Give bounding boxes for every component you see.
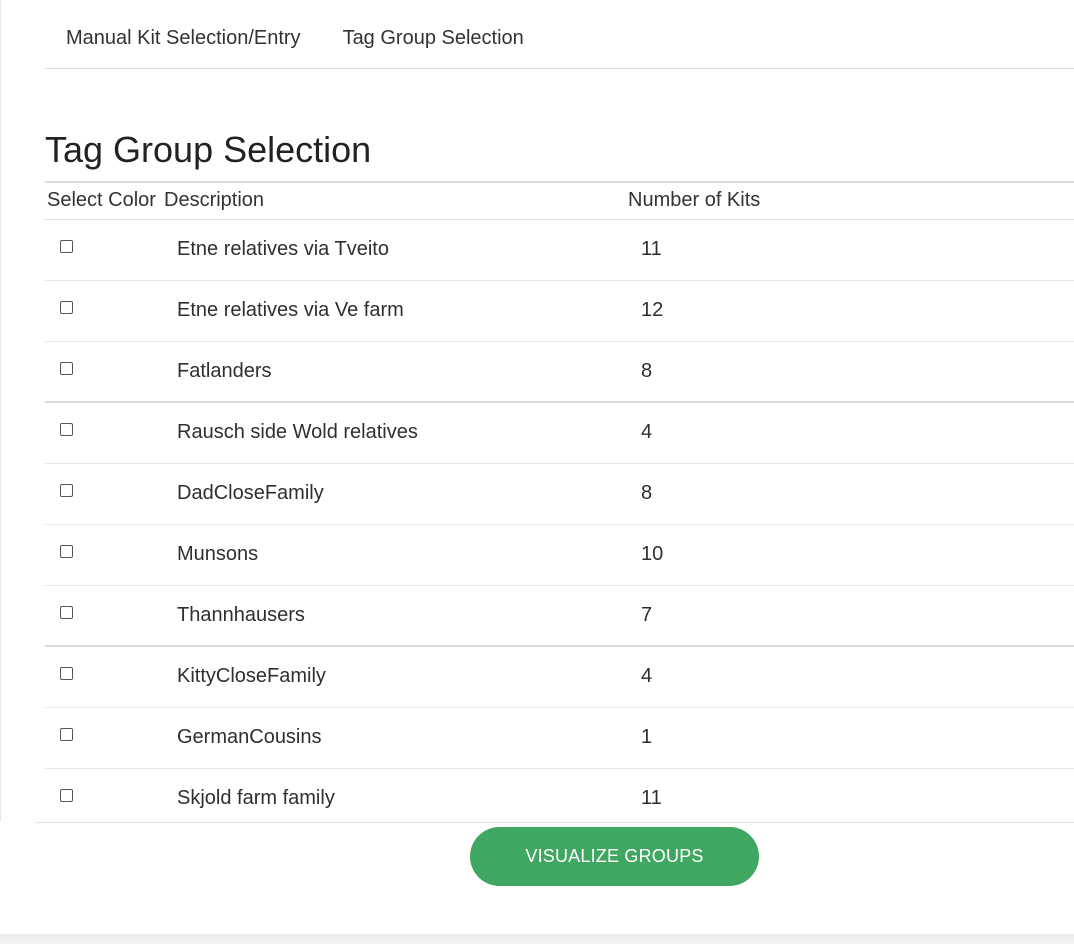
row-checkbox[interactable] (60, 789, 73, 802)
row-kit-count: 11 (641, 787, 662, 809)
table-row: Skjold farm family 11 (45, 769, 1074, 829)
row-description: GermanCousins (177, 726, 322, 748)
page: Manual Kit Selection/Entry Tag Group Sel… (0, 0, 1074, 944)
row-description: Thannhausers (177, 604, 305, 626)
table-row: GermanCousins 1 (45, 708, 1074, 769)
row-checkbox[interactable] (60, 545, 73, 558)
row-checkbox[interactable] (60, 484, 73, 497)
tab-bar: Manual Kit Selection/Entry Tag Group Sel… (45, 0, 1074, 69)
row-checkbox[interactable] (60, 728, 73, 741)
row-kit-count: 7 (641, 604, 653, 626)
row-kit-count: 1 (641, 726, 653, 748)
row-checkbox[interactable] (60, 362, 73, 375)
table-bottom-divider (35, 822, 1074, 823)
table-row: DadCloseFamily 8 (45, 464, 1074, 525)
header-description: Description (164, 189, 265, 211)
table-row: Fatlanders 8 (45, 342, 1074, 403)
row-kit-count: 8 (641, 482, 653, 504)
table-row: KittyCloseFamily 4 (45, 647, 1074, 708)
tab-manual-kit-selection[interactable]: Manual Kit Selection/Entry (45, 28, 322, 58)
row-checkbox[interactable] (60, 606, 73, 619)
visualize-groups-button[interactable]: VISUALIZE GROUPS (470, 827, 759, 886)
row-checkbox[interactable] (60, 423, 73, 436)
row-kit-count: 4 (641, 665, 653, 687)
row-description: Munsons (177, 543, 259, 565)
table-row: Thannhausers 7 (45, 586, 1074, 647)
table-row: Etne relatives via Ve farm 12 (45, 281, 1074, 342)
row-description: Skjold farm family (177, 787, 335, 809)
row-checkbox[interactable] (60, 667, 73, 680)
row-kit-count: 12 (641, 299, 664, 321)
row-checkbox[interactable] (60, 240, 73, 253)
page-title: Tag Group Selection (45, 129, 372, 170)
table-row: Rausch side Wold relatives 4 (45, 403, 1074, 464)
tab-tag-group-selection[interactable]: Tag Group Selection (322, 28, 545, 58)
row-description: Etne relatives via Ve farm (177, 299, 404, 321)
tag-group-table: Select Color Description Number of Kits … (45, 181, 1074, 829)
table-row: Etne relatives via Tveito 11 (45, 220, 1074, 281)
row-description: Rausch side Wold relatives (177, 421, 418, 443)
left-border (0, 0, 1, 822)
row-kit-count: 4 (641, 421, 653, 443)
row-kit-count: 10 (641, 543, 664, 565)
row-description: KittyCloseFamily (177, 665, 326, 687)
table-row: Munsons 10 (45, 525, 1074, 586)
row-kit-count: 8 (641, 360, 653, 382)
header-number-of-kits: Number of Kits (628, 189, 761, 211)
row-checkbox[interactable] (60, 301, 73, 314)
row-description: Fatlanders (177, 360, 272, 382)
row-kit-count: 11 (641, 238, 662, 260)
row-description: Etne relatives via Tveito (177, 238, 389, 260)
bottom-edge (0, 934, 1074, 944)
table-header: Select Color Description Number of Kits (45, 181, 1074, 220)
row-description: DadCloseFamily (177, 482, 324, 504)
header-select-color: Select Color (47, 189, 156, 211)
